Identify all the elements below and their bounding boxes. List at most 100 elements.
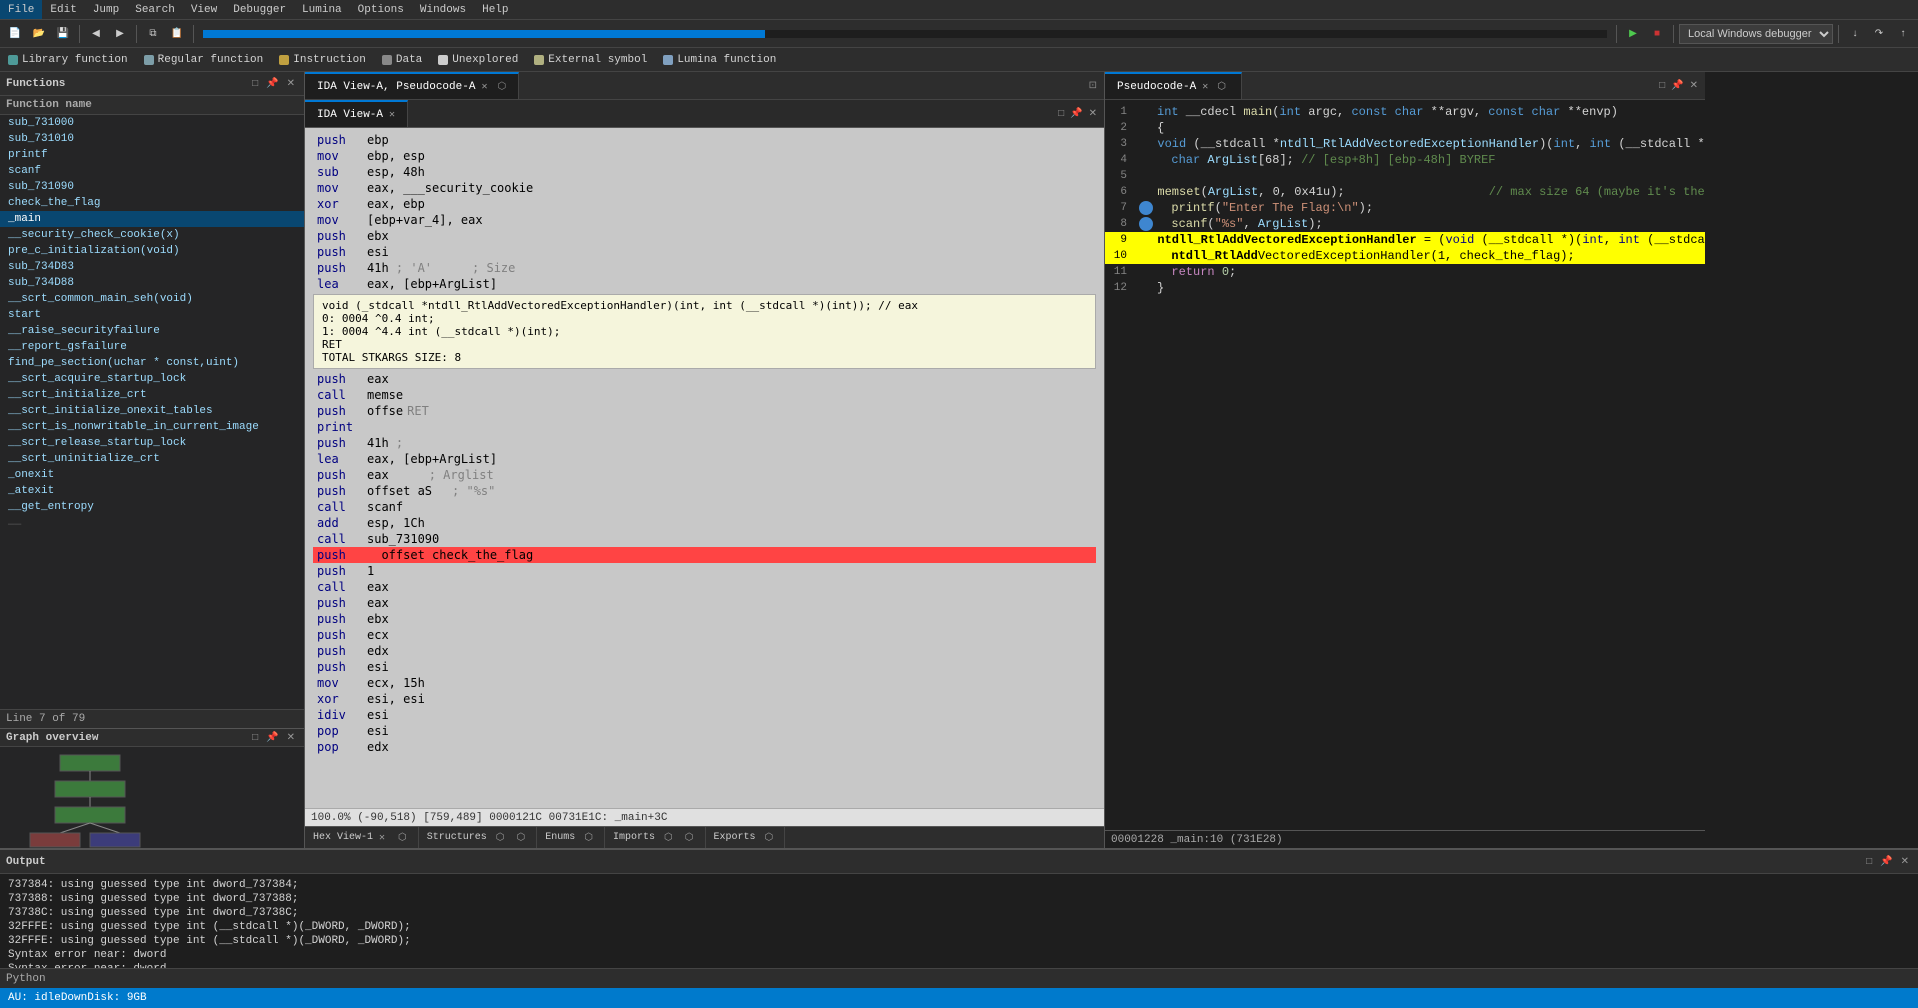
- back-btn[interactable]: ◀: [85, 23, 107, 45]
- function-item-acquire-lock[interactable]: __scrt_acquire_startup_lock: [0, 371, 304, 387]
- paste-btn[interactable]: 📋: [166, 23, 188, 45]
- function-item-sub731000[interactable]: sub_731000: [0, 115, 304, 131]
- function-item-sub731090[interactable]: sub_731090: [0, 179, 304, 195]
- open-btn[interactable]: 📂: [28, 23, 50, 45]
- function-item-init-crt[interactable]: __scrt_initialize_crt: [0, 387, 304, 403]
- panel-close[interactable]: ✕: [284, 77, 298, 90]
- function-item-init-onexit[interactable]: __scrt_initialize_onexit_tables: [0, 403, 304, 419]
- export-icon[interactable]: ⬡: [762, 831, 777, 844]
- function-item-scanf[interactable]: scanf: [0, 163, 304, 179]
- function-item-sub731010[interactable]: sub_731010: [0, 131, 304, 147]
- function-item-onexit[interactable]: _onexit: [0, 467, 304, 483]
- ida-view-close[interactable]: ✕: [1086, 107, 1100, 120]
- graph-svg: [0, 747, 304, 848]
- circle-8[interactable]: [1139, 217, 1153, 231]
- menu-windows[interactable]: Windows: [412, 0, 474, 19]
- function-item-find-pe[interactable]: find_pe_section(uchar * const,uint): [0, 355, 304, 371]
- circle-7[interactable]: [1139, 201, 1153, 215]
- struct-close-extra[interactable]: ⬡: [514, 831, 529, 844]
- function-item-atexit[interactable]: _atexit: [0, 483, 304, 499]
- function-item-uninit-crt[interactable]: __scrt_uninitialize_crt: [0, 451, 304, 467]
- stepout-btn[interactable]: ↑: [1892, 23, 1914, 45]
- pseudo-close-panel[interactable]: ✕: [1687, 79, 1701, 92]
- menu-view[interactable]: View: [183, 0, 225, 19]
- copy-btn[interactable]: ⧉: [142, 23, 164, 45]
- tab-ida-view[interactable]: IDA View-A, Pseudocode-A ✕ ⬡: [305, 72, 519, 100]
- function-item-security-check[interactable]: __security_check_cookie(x): [0, 227, 304, 243]
- import-icon1[interactable]: ⬡: [661, 831, 676, 844]
- function-item-pre-c-init[interactable]: pre_c_initialization(void): [0, 243, 304, 259]
- ida-view-maximize[interactable]: □: [1055, 107, 1067, 120]
- asm-line-push-offset-as: pushoffset aS; "%s": [313, 483, 1096, 499]
- output-line-4: 32FFFE: using guessed type int (__stdcal…: [8, 920, 1910, 934]
- menu-edit[interactable]: Edit: [42, 0, 84, 19]
- asm-line-push-check-flag: push offset check_the_flag: [313, 547, 1096, 563]
- run-btn[interactable]: ▶: [1622, 23, 1644, 45]
- save-btn[interactable]: 💾: [52, 23, 74, 45]
- function-item-nonwritable[interactable]: __scrt_is_nonwritable_in_current_image: [0, 419, 304, 435]
- tab-ida-close[interactable]: ✕: [481, 81, 487, 93]
- function-item-start[interactable]: start: [0, 307, 304, 323]
- pseudo-pin[interactable]: 📌: [1668, 79, 1686, 92]
- tab-hex-view[interactable]: Hex View-1 ✕ ⬡: [305, 827, 419, 849]
- struct-icon[interactable]: ⬡: [493, 831, 508, 844]
- function-item-release-lock[interactable]: __scrt_release_startup_lock: [0, 435, 304, 451]
- enum-icon[interactable]: ⬡: [581, 831, 596, 844]
- tab-enums[interactable]: Enums ⬡: [537, 827, 605, 849]
- function-item-report-gsfailure[interactable]: __report_gsfailure: [0, 339, 304, 355]
- function-item-printf[interactable]: printf: [0, 147, 304, 163]
- debug-combo[interactable]: Local Windows debugger: [1679, 24, 1833, 44]
- output-close[interactable]: ✕: [1898, 855, 1912, 868]
- tab-ida-view-a-close[interactable]: ✕: [389, 109, 395, 121]
- function-item-main[interactable]: _main: [0, 211, 304, 227]
- tab-pseudo-close[interactable]: ✕: [1202, 81, 1208, 93]
- center-panel: IDA View-A, Pseudocode-A ✕ ⬡ ⊡ IDA View-…: [305, 72, 1105, 848]
- menu-lumina[interactable]: Lumina: [294, 0, 350, 19]
- graph-minimize[interactable]: □: [249, 731, 261, 744]
- graph-close[interactable]: ✕: [284, 731, 298, 744]
- menu-search[interactable]: Search: [127, 0, 183, 19]
- functions-list[interactable]: sub_731000 sub_731010 printf scanf sub_7…: [0, 115, 304, 709]
- asm-code-view[interactable]: pushebp movebp, esp subesp, 48h moveax, …: [305, 128, 1104, 808]
- pseudo-sync[interactable]: ⬡: [1214, 80, 1229, 93]
- tab-imports[interactable]: Imports ⬡ ⬡: [605, 827, 705, 849]
- function-item-raise-security[interactable]: __raise_securityfailure: [0, 323, 304, 339]
- tab-structures[interactable]: Structures ⬡ ⬡: [419, 827, 537, 849]
- tab-ida-view-a[interactable]: IDA View-A ✕: [305, 100, 408, 128]
- import-icon2[interactable]: ⬡: [682, 831, 697, 844]
- function-item-scrt-common[interactable]: __scrt_common_main_seh(void): [0, 291, 304, 307]
- menu-options[interactable]: Options: [350, 0, 412, 19]
- pseudo-line-1: 1 int __cdecl main(int argc, const char …: [1105, 104, 1705, 120]
- function-item-get-entropy[interactable]: __get_entropy: [0, 499, 304, 515]
- output-line-3: 73738C: using guessed type int dword_737…: [8, 906, 1910, 920]
- tab-exports[interactable]: Exports ⬡: [706, 827, 786, 849]
- stop-btn[interactable]: ■: [1646, 23, 1668, 45]
- panel-pin[interactable]: 📌: [263, 77, 281, 90]
- graph-title: Graph overview: [6, 732, 98, 744]
- tab-pseudo-label: Pseudocode-A: [1117, 81, 1196, 93]
- asm-line-pop-edx: popedx: [313, 739, 1096, 755]
- output-pin[interactable]: 📌: [1877, 855, 1895, 868]
- stepover-btn[interactable]: ↷: [1868, 23, 1890, 45]
- tab-hex-close[interactable]: ✕: [379, 832, 385, 844]
- hex-sync[interactable]: ⬡: [395, 831, 410, 844]
- tab-sync[interactable]: ⊡: [1086, 79, 1100, 92]
- ida-view-pin[interactable]: 📌: [1067, 107, 1085, 120]
- function-item-sub734d88[interactable]: sub_734D88: [0, 275, 304, 291]
- graph-pin[interactable]: 📌: [263, 731, 281, 744]
- step-btn[interactable]: ↓: [1844, 23, 1866, 45]
- forward-btn[interactable]: ▶: [109, 23, 131, 45]
- menu-debugger[interactable]: Debugger: [225, 0, 294, 19]
- menu-help[interactable]: Help: [474, 0, 516, 19]
- pseudo-minimize[interactable]: □: [1656, 79, 1668, 92]
- new-btn[interactable]: 📄: [4, 23, 26, 45]
- pseudocode-view[interactable]: 1 int __cdecl main(int argc, const char …: [1105, 100, 1705, 830]
- menu-file[interactable]: File: [0, 0, 42, 19]
- menu-jump[interactable]: Jump: [85, 0, 127, 19]
- panel-minimize[interactable]: □: [249, 77, 261, 90]
- function-item-sub734d83[interactable]: sub_734D83: [0, 259, 304, 275]
- function-item-check-flag[interactable]: check_the_flag: [0, 195, 304, 211]
- tab-pseudocode[interactable]: Pseudocode-A ✕ ⬡: [1105, 72, 1242, 100]
- graph-content[interactable]: [0, 747, 304, 848]
- output-minimize[interactable]: □: [1863, 855, 1875, 868]
